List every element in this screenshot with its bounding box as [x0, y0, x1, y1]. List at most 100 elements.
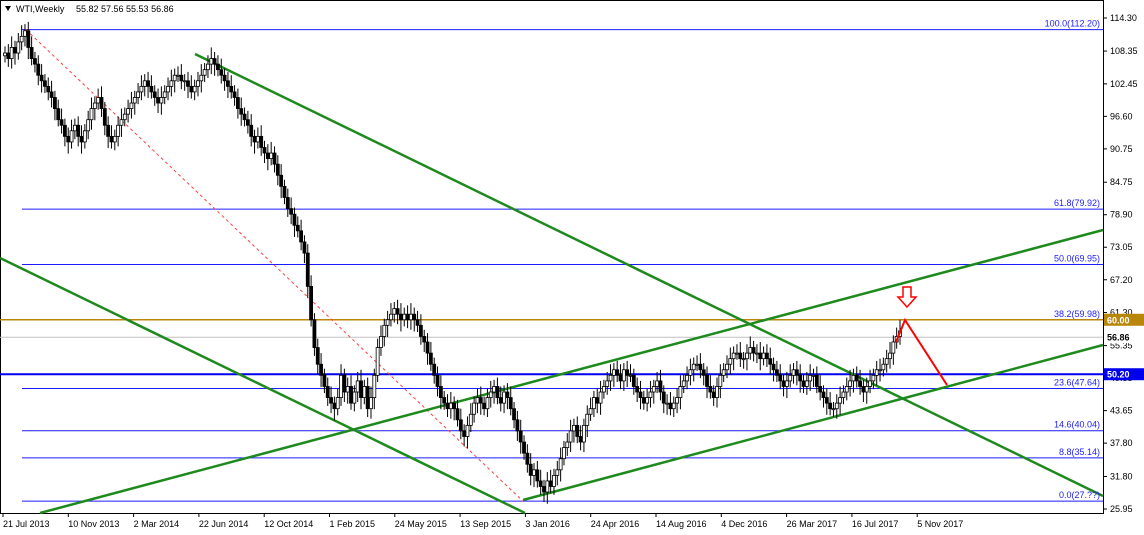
x-tick-label: 14 Aug 2016 [656, 519, 707, 529]
candle-body [259, 135, 264, 148]
candle-body [854, 374, 859, 382]
candle-body [621, 369, 626, 382]
candle-body [701, 369, 706, 376]
candle-body [392, 308, 397, 315]
dropdown-arrow-icon[interactable] [5, 6, 11, 11]
candle-body [728, 358, 733, 365]
candle-body [186, 80, 190, 87]
candle-body [818, 386, 823, 393]
candle-body [92, 102, 97, 109]
candle-body [335, 397, 340, 410]
candle-body [379, 336, 383, 348]
candle-body [72, 124, 77, 132]
candle-body [232, 91, 237, 98]
candle-body [705, 374, 709, 387]
candle-body [545, 480, 550, 493]
candle-body [774, 369, 779, 376]
candle-body [598, 391, 603, 404]
candle-body [53, 97, 57, 109]
candle-body [645, 397, 650, 404]
candle-body [445, 402, 450, 410]
candle-body [871, 374, 876, 382]
candle-body [558, 458, 563, 471]
candle-body [502, 391, 506, 404]
candle-body [715, 386, 719, 398]
candle-body [688, 369, 693, 376]
candle-body [718, 374, 723, 387]
y-tick-label: 43.65 [1110, 406, 1133, 416]
candle-body [888, 352, 892, 360]
candle-body [495, 386, 500, 398]
candle-body [329, 397, 333, 404]
candle-body [824, 397, 829, 404]
candle-body [878, 369, 882, 372]
candle-body [122, 113, 127, 121]
candle-body [478, 397, 483, 404]
candle-body [16, 41, 21, 54]
candle-body [99, 97, 104, 109]
candle-body [794, 369, 799, 376]
candle-body [295, 224, 300, 232]
candle-body [59, 119, 64, 126]
candle-body [315, 347, 320, 365]
fib-label: 14.6(40.04) [1054, 420, 1100, 430]
candle-body [462, 430, 467, 437]
candle-body [242, 113, 247, 121]
candle-body [142, 80, 147, 87]
candle-body [126, 108, 131, 115]
candle-body [322, 374, 327, 387]
candle-body [515, 419, 520, 432]
labels: 100.0(112.20) 61.8(79.92) 50.0(69.95) 23.6(… [1045, 19, 1100, 500]
candle-body [841, 391, 846, 398]
candle-body [655, 380, 660, 387]
candle-body [711, 391, 716, 398]
candle-body [332, 402, 337, 410]
overlay-drawings [895, 286, 948, 386]
candle-body [312, 319, 317, 348]
candle-body [578, 436, 583, 443]
current-price-tag: 56.86 [1107, 333, 1130, 343]
candle-body [176, 74, 180, 77]
candle-body [858, 380, 862, 387]
candle-body [66, 135, 71, 143]
candle-body [748, 347, 753, 354]
y-tick-label: 114.30 [1110, 13, 1137, 23]
candle-body [814, 374, 819, 387]
candle-body [359, 380, 363, 398]
candle-body [438, 386, 443, 398]
candle-body [781, 380, 786, 387]
candle-body [808, 374, 813, 382]
candle-body [349, 386, 353, 404]
x-tick-label: 10 Nov 2013 [68, 519, 119, 529]
y-axis: 114.30 108.35 102.45 96.60 90.75 84.75 78.90 73… [1103, 13, 1144, 514]
candle-body [235, 97, 240, 109]
candle-body [136, 91, 140, 98]
candle-body [465, 424, 470, 437]
candle-body [848, 380, 852, 387]
candle-body [548, 480, 553, 487]
candle-body [262, 147, 267, 154]
candle-body [222, 74, 227, 82]
candle-body [272, 152, 277, 165]
candle-body [542, 486, 546, 493]
candle-body [216, 63, 220, 71]
candle-body [23, 30, 27, 37]
x-tick-label: 5 Nov 2017 [917, 519, 963, 529]
candle-body [89, 108, 94, 121]
candle-body [369, 397, 373, 410]
candle-body [196, 80, 200, 87]
fib-label: 50.0(69.95) [1054, 253, 1100, 263]
candle-body [784, 380, 789, 387]
candle-body [528, 463, 533, 476]
y-tick-label: 96.60 [1110, 111, 1133, 121]
fib-label: 61.8(79.92) [1054, 198, 1100, 208]
candle-body [79, 135, 84, 143]
candle-body [788, 374, 793, 382]
candle-body [452, 402, 457, 410]
candle-body [864, 386, 869, 393]
candle-body [725, 363, 729, 371]
candle-body [691, 363, 696, 371]
candle-body [828, 402, 833, 410]
candle-body [651, 386, 656, 393]
candle-body [362, 386, 367, 398]
